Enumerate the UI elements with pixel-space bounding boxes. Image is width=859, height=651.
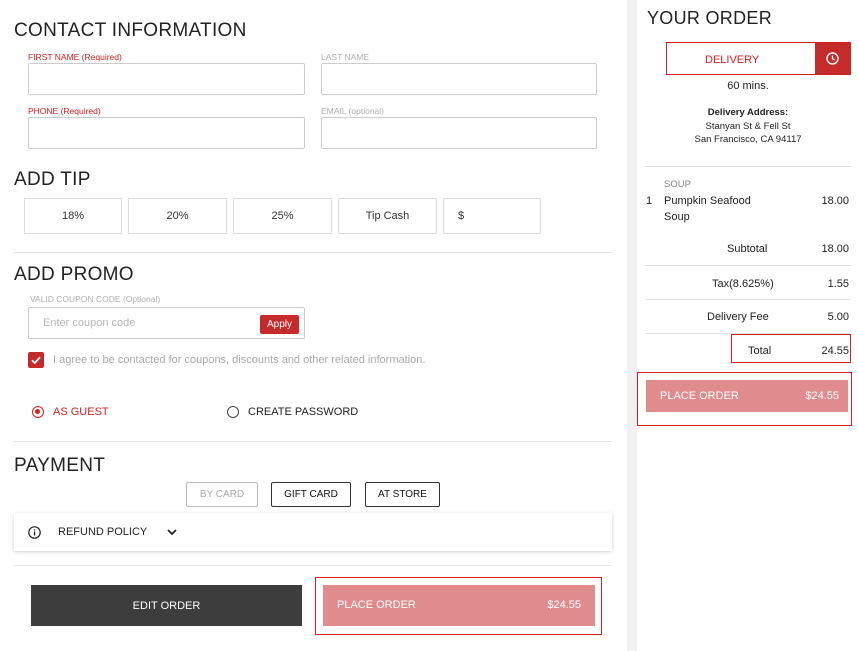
eta: 60 mins. (727, 80, 769, 92)
highlight-box (637, 372, 852, 426)
delivery-fee-value: 5.00 (827, 311, 849, 323)
coupon-placeholder: Enter coupon code (43, 317, 136, 329)
tip-title: ADD TIP (14, 169, 91, 190)
item-name-line1: Pumpkin Seafood (664, 195, 751, 207)
guest-label[interactable]: AS GUEST (53, 406, 109, 418)
by-card-button[interactable]: BY CARD (186, 482, 258, 507)
gift-card-button[interactable]: GIFT CARD (271, 482, 351, 507)
gutter (627, 0, 637, 651)
email-input[interactable] (321, 117, 597, 149)
coupon-input[interactable]: Enter coupon code Apply (28, 307, 305, 339)
email-label: EMAIL (optional) (321, 106, 384, 116)
custom-tip-input[interactable]: $ (443, 198, 541, 234)
item-quantity: 1 (646, 195, 653, 207)
address-label: Delivery Address: (707, 107, 789, 118)
last-name-label: LAST NAME (321, 52, 370, 62)
order-summary: YOUR ORDER DELIVERY 60 mins. Delivery Ad… (637, 0, 859, 651)
divider (645, 166, 851, 167)
delivery-mode-toggle[interactable]: DELIVERY (666, 42, 851, 75)
divider (14, 441, 612, 442)
promo-title: ADD PROMO (14, 264, 134, 285)
refund-policy-label: REFUND POLICY (58, 526, 148, 538)
at-store-button[interactable]: AT STORE (365, 482, 440, 507)
item-category: SOUP (664, 179, 691, 190)
clock-button[interactable] (815, 43, 850, 74)
divider (14, 565, 612, 566)
create-password-radio[interactable] (227, 406, 239, 418)
refund-policy-accordion[interactable]: REFUND POLICY (14, 513, 612, 551)
clock-icon (826, 52, 839, 65)
delivery-label: DELIVERY (705, 54, 760, 66)
divider (645, 299, 851, 300)
divider (645, 265, 851, 266)
tip-20-button[interactable]: 20% (128, 198, 227, 234)
apply-button[interactable]: Apply (259, 315, 299, 334)
last-name-input[interactable] (321, 63, 597, 95)
address-line1: Stanyan St & Fell St (705, 121, 791, 132)
contact-title: CONTACT INFORMATION (14, 20, 247, 41)
tip-25-button[interactable]: 25% (233, 198, 332, 234)
phone-label: PHONE (Required) (28, 106, 101, 116)
dollar-prefix: $ (458, 210, 465, 222)
delivery-fee-label: Delivery Fee (707, 311, 769, 323)
tip-cash-button[interactable]: Tip Cash (338, 198, 437, 234)
info-icon (28, 526, 41, 539)
payment-title: PAYMENT (14, 455, 106, 476)
checkout-form: CONTACT INFORMATION FIRST NAME (Required… (0, 0, 627, 651)
chevron-down-icon (167, 529, 177, 536)
subtotal-value: 18.00 (821, 243, 849, 255)
order-title: YOUR ORDER (647, 8, 773, 28)
tip-18-button[interactable]: 18% (24, 198, 122, 234)
subtotal-label: Subtotal (727, 243, 768, 255)
item-name-line2: Soup (664, 211, 690, 223)
first-name-input[interactable] (28, 63, 305, 95)
first-name-label: FIRST NAME (Required) (28, 52, 122, 62)
create-password-label[interactable]: CREATE PASSWORD (248, 406, 358, 418)
consent-text: I agree to be contacted for coupons, dis… (53, 354, 426, 366)
checkmark-icon (31, 356, 41, 365)
tax-label: Tax(8.625%) (712, 278, 774, 290)
phone-input[interactable] (28, 117, 305, 149)
highlight-box (731, 334, 851, 363)
item-price: 18.00 (821, 195, 849, 207)
divider (14, 252, 612, 253)
edit-order-button[interactable]: EDIT ORDER (31, 585, 302, 626)
address-line2: San Francisco, CA 94117 (694, 134, 802, 145)
highlight-box (315, 577, 602, 635)
coupon-label: VALID COUPON CODE (Optional) (30, 294, 161, 304)
tax-value: 1.55 (827, 278, 849, 290)
consent-checkbox[interactable] (28, 352, 44, 368)
guest-radio[interactable] (32, 406, 44, 418)
